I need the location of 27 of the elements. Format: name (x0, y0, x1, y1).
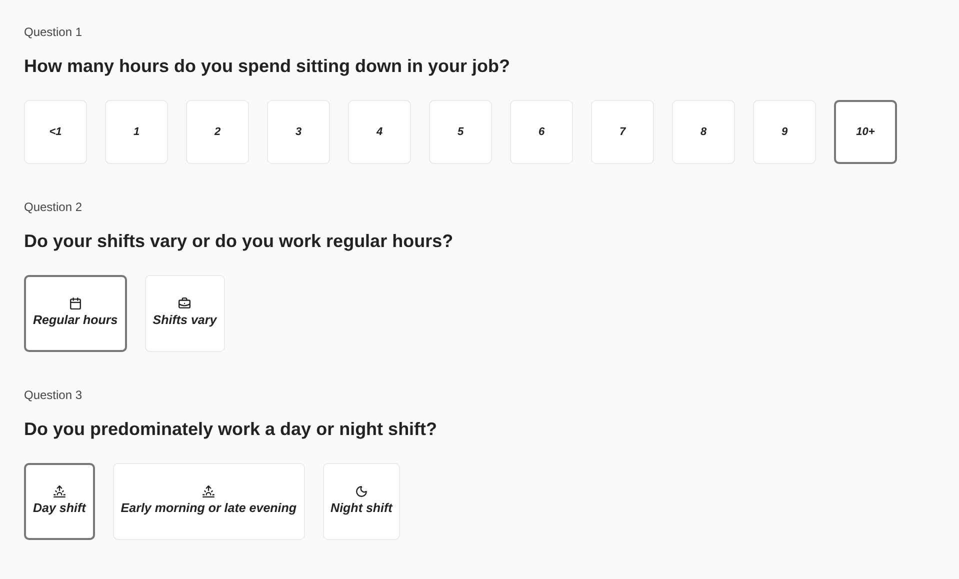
option-button[interactable]: Early morning or late evening (112, 463, 305, 540)
option-button[interactable]: 4 (348, 100, 411, 164)
sunrise-icon (52, 485, 66, 498)
option-button[interactable]: <1 (24, 100, 87, 164)
option-button[interactable]: 1 (105, 100, 168, 164)
calendar-icon (68, 297, 82, 310)
question-title: How many hours do you spend sitting down in your job? (24, 55, 511, 78)
option-button[interactable]: Shifts vary (144, 275, 225, 352)
option-button[interactable]: 6 (510, 100, 573, 164)
option-button[interactable]: Day shift (24, 463, 95, 540)
question-title: Do you predominately work a day or night shift? (24, 418, 438, 441)
option-button[interactable]: Regular hours (24, 275, 127, 352)
option-button[interactable]: 8 (672, 100, 735, 164)
question-label: Question 1 (24, 24, 84, 40)
question-label: Question 2 (24, 199, 84, 215)
briefcase-icon (178, 297, 192, 310)
option-button[interactable]: 10+ (834, 100, 897, 164)
option-button[interactable]: 5 (429, 100, 492, 164)
option-button[interactable]: 7 (591, 100, 654, 164)
question-label: Question 3 (24, 387, 84, 403)
option-button[interactable]: 9 (753, 100, 816, 164)
question-title: Do your shifts vary or do you work regular hours? (24, 230, 454, 253)
moon-icon (354, 485, 368, 498)
option-button[interactable]: 2 (186, 100, 249, 164)
option-button[interactable]: Night shift (322, 463, 400, 540)
sunrise-icon (202, 485, 216, 498)
option-button[interactable]: 3 (267, 100, 330, 164)
